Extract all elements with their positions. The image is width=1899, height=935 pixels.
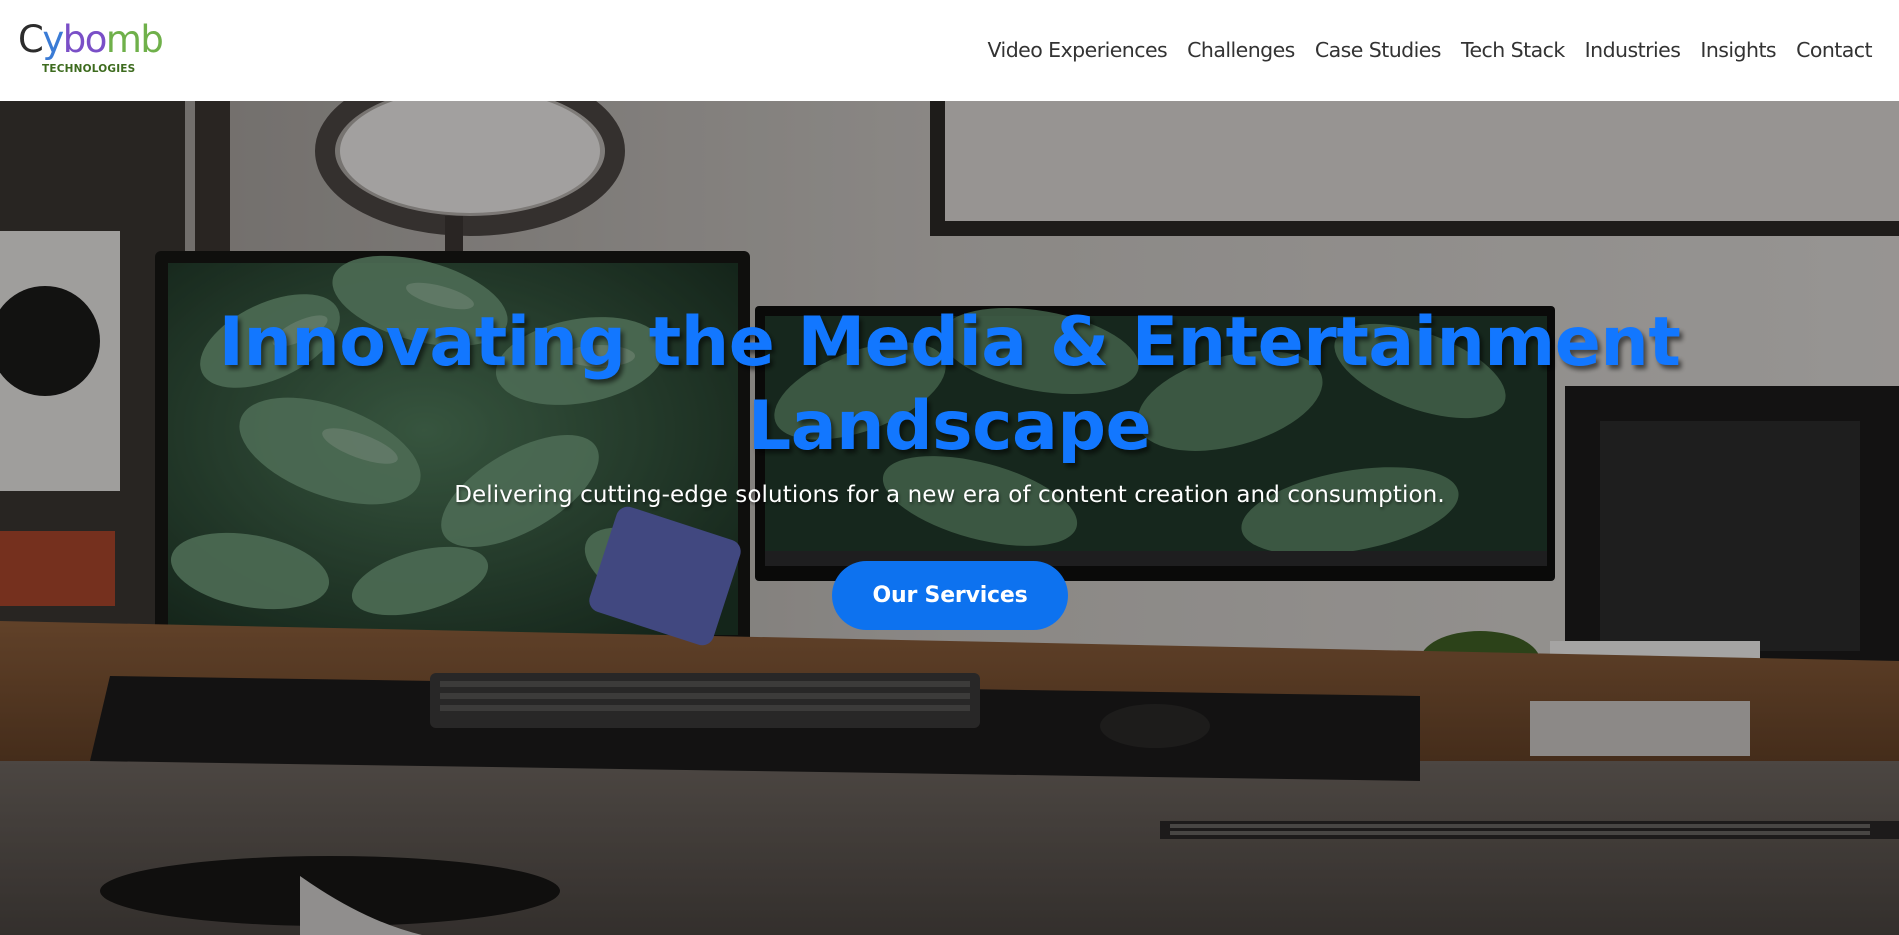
nav-item-insights[interactable]: Insights: [1700, 34, 1776, 66]
cybomb-logo[interactable]: Cybomb TECHNOLOGIES: [18, 18, 164, 80]
hero-title: Innovating the Media & Entertainment Lan…: [0, 301, 1899, 469]
site-header: Cybomb TECHNOLOGIES Video Experiences Ch…: [0, 0, 1899, 101]
logo-letter-y: y: [42, 18, 64, 61]
logo-letter-c: C: [18, 18, 44, 61]
nav-item-video-experiences[interactable]: Video Experiences: [988, 34, 1168, 66]
hero-title-line-1: Innovating the Media & Entertainment: [218, 303, 1681, 382]
logo-wordmark: Cybomb: [18, 18, 164, 62]
main-navigation: Video Experiences Challenges Case Studie…: [988, 34, 1873, 66]
nav-item-industries[interactable]: Industries: [1585, 34, 1681, 66]
hero-subtitle: Delivering cutting-edge solutions for a …: [454, 482, 1445, 508]
nav-item-tech-stack[interactable]: Tech Stack: [1461, 34, 1565, 66]
nav-item-case-studies[interactable]: Case Studies: [1315, 34, 1442, 66]
hero-title-line-2: Landscape: [747, 387, 1152, 466]
logo-letters-bo: bo: [62, 18, 108, 61]
nav-item-challenges[interactable]: Challenges: [1187, 34, 1295, 66]
logo-subtitle: TECHNOLOGIES: [42, 63, 136, 75]
our-services-button[interactable]: Our Services: [832, 561, 1068, 630]
hero-section: Innovating the Media & Entertainment Lan…: [0, 101, 1899, 935]
logo-letters-mb: mb: [105, 18, 164, 61]
nav-item-contact[interactable]: Contact: [1796, 34, 1872, 66]
hero-dark-overlay: [0, 101, 1899, 935]
